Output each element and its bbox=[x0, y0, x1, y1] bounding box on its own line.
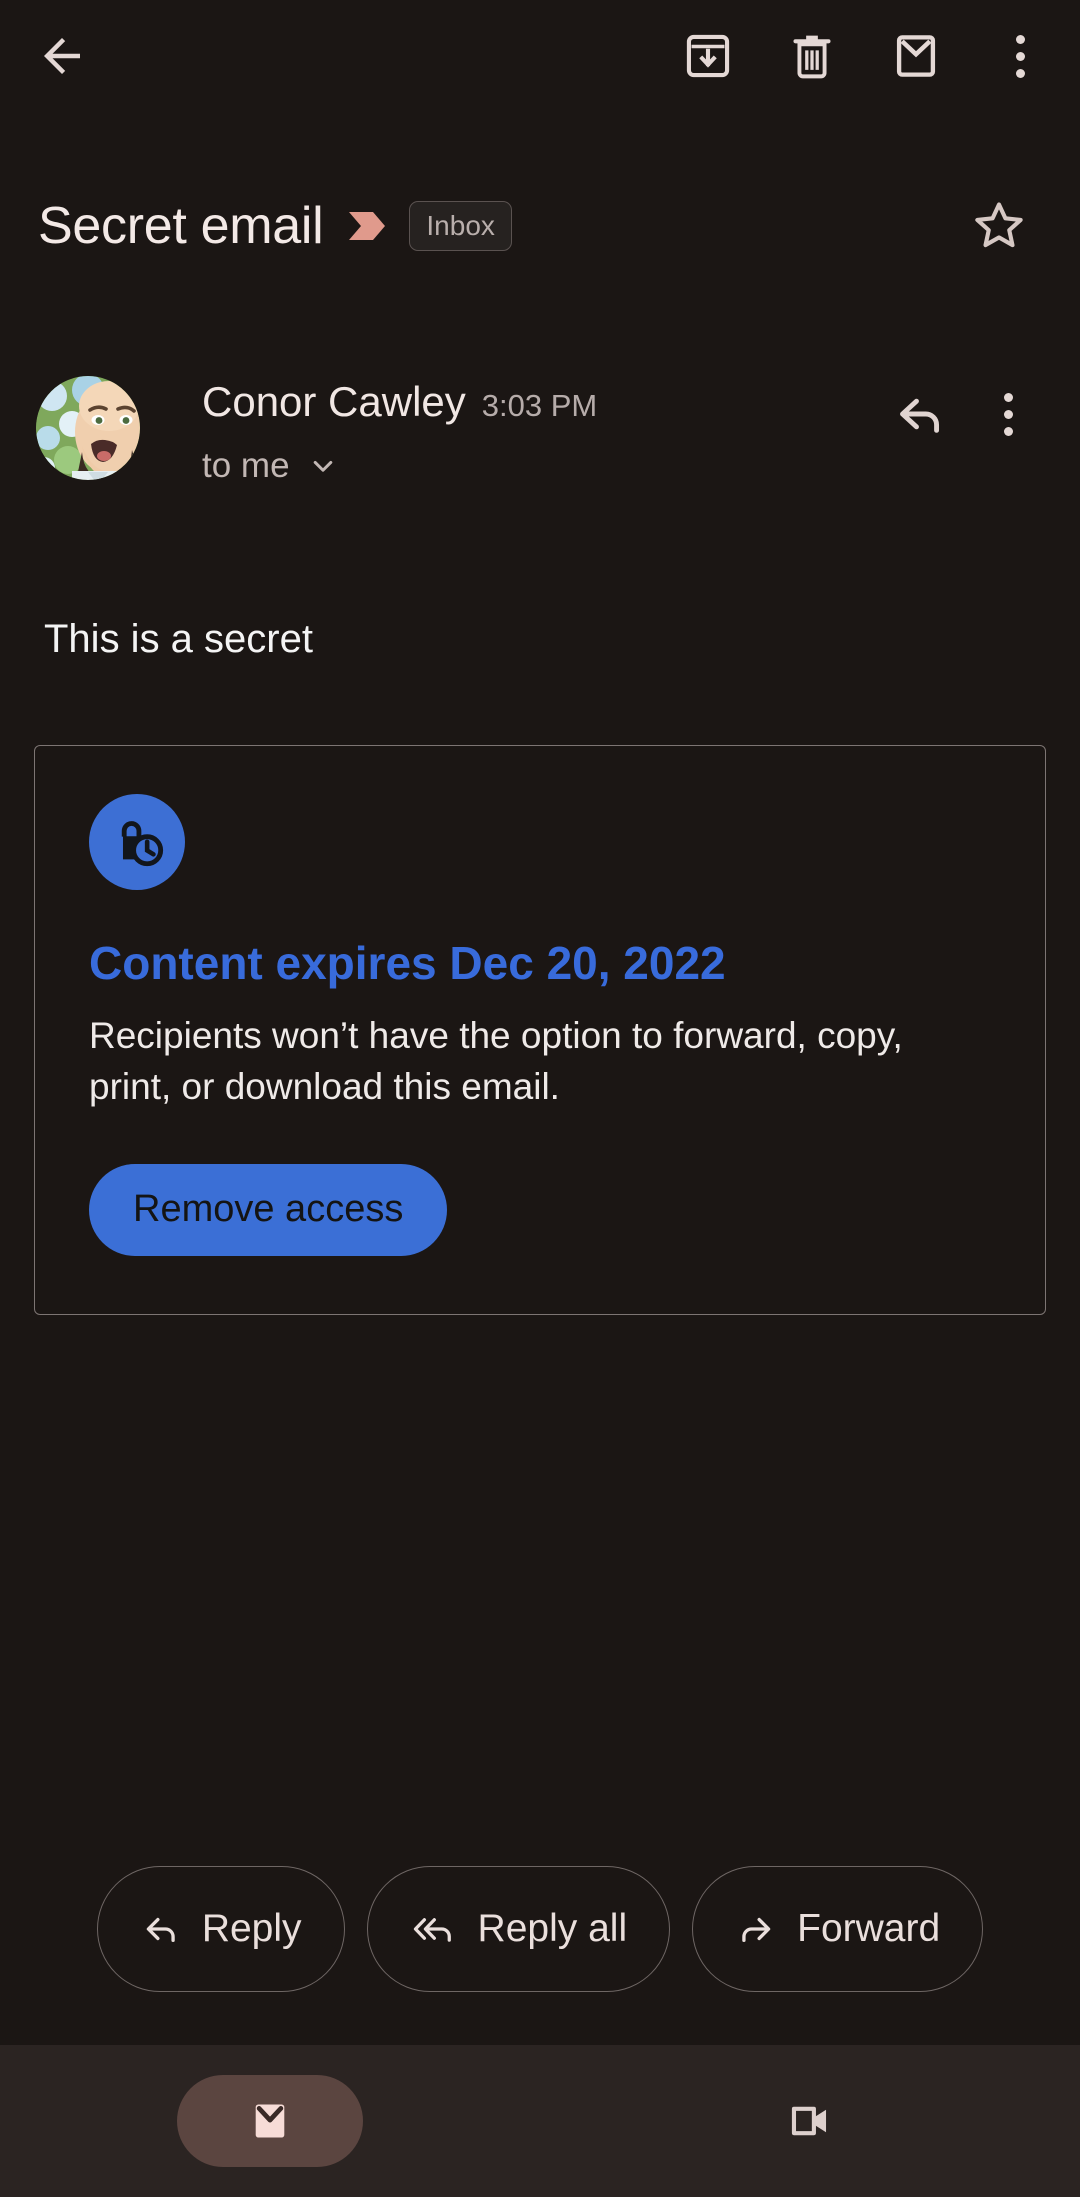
dot bbox=[1015, 51, 1025, 61]
message-body: This is a secret bbox=[44, 617, 313, 661]
forward-icon bbox=[742, 1917, 771, 1943]
message-more-options-button[interactable] bbox=[970, 376, 1046, 452]
mark-unread-button[interactable] bbox=[878, 18, 954, 94]
forward-button-label: Forward bbox=[797, 1907, 941, 1950]
sender-info: Conor Cawley 3:03 PM to me bbox=[202, 370, 882, 486]
back-arrow-icon bbox=[44, 38, 80, 74]
label-chip-inbox[interactable]: Inbox bbox=[409, 201, 512, 251]
recipients-row[interactable]: to me bbox=[202, 446, 882, 486]
message-reply-button[interactable] bbox=[882, 376, 958, 452]
confidential-mode-card: Content expires Dec 20, 2022 Recipients … bbox=[34, 745, 1046, 1315]
importance-marker-icon[interactable] bbox=[345, 206, 393, 246]
reply-button-label: Reply bbox=[201, 1907, 302, 1950]
nav-mail-active-pill bbox=[177, 2075, 363, 2167]
sender-row: Conor Cawley 3:03 PM to me bbox=[0, 370, 1080, 486]
forward-button[interactable]: Forward bbox=[692, 1866, 984, 1992]
label-chip-text: Inbox bbox=[426, 210, 495, 241]
dot bbox=[1015, 34, 1025, 44]
nav-item-meet[interactable] bbox=[540, 2045, 1080, 2197]
star-button[interactable] bbox=[956, 183, 1042, 269]
sender-name[interactable]: Conor Cawley bbox=[202, 378, 466, 426]
video-camera-icon bbox=[791, 2106, 827, 2136]
mail-icon bbox=[255, 2104, 285, 2138]
star-icon bbox=[975, 202, 1023, 248]
importance-marker-glyph bbox=[349, 212, 386, 240]
message-action-row: Reply Reply all Forward bbox=[0, 1866, 1080, 1992]
page-title: Secret email bbox=[38, 197, 324, 255]
dot bbox=[1015, 68, 1025, 78]
delete-button[interactable] bbox=[774, 18, 850, 94]
appbar-actions bbox=[670, 18, 1058, 94]
lock-clock-icon bbox=[89, 794, 185, 890]
nav-item-mail[interactable] bbox=[0, 2045, 540, 2197]
lock-clock-glyph bbox=[121, 821, 164, 867]
bottom-navigation-bar bbox=[0, 2045, 1080, 2197]
reply-icon bbox=[146, 1917, 175, 1943]
sender-line-primary: Conor Cawley 3:03 PM bbox=[202, 378, 882, 426]
avatar-image bbox=[36, 376, 140, 480]
confidential-title: Content expires Dec 20, 2022 bbox=[89, 937, 726, 989]
dot bbox=[1003, 426, 1013, 436]
back-button[interactable] bbox=[14, 8, 110, 104]
reply-all-button-label: Reply all bbox=[477, 1907, 628, 1950]
mark-unread-icon bbox=[896, 35, 936, 77]
confidential-description: Recipients won’t have the option to forw… bbox=[89, 1014, 903, 1107]
delete-icon bbox=[793, 35, 831, 79]
subject-row: Secret email Inbox bbox=[0, 170, 1080, 282]
remove-access-button[interactable]: Remove access bbox=[89, 1163, 448, 1256]
reply-all-button[interactable]: Reply all bbox=[366, 1866, 671, 1992]
top-app-bar bbox=[0, 0, 1080, 112]
nav-meet-container bbox=[717, 2075, 903, 2167]
archive-icon bbox=[686, 34, 730, 78]
avatar[interactable] bbox=[36, 376, 140, 480]
archive-button[interactable] bbox=[670, 18, 746, 94]
message-actions bbox=[882, 370, 1046, 452]
reply-icon bbox=[900, 398, 940, 433]
chevron-down-icon bbox=[306, 449, 340, 483]
message-timestamp: 3:03 PM bbox=[481, 388, 598, 423]
reply-all-icon bbox=[413, 1918, 451, 1942]
recipients-label: to me bbox=[202, 446, 290, 485]
dot bbox=[1003, 409, 1013, 419]
reply-button[interactable]: Reply bbox=[96, 1866, 345, 1992]
more-options-button[interactable] bbox=[982, 18, 1058, 94]
dot bbox=[1003, 392, 1013, 402]
